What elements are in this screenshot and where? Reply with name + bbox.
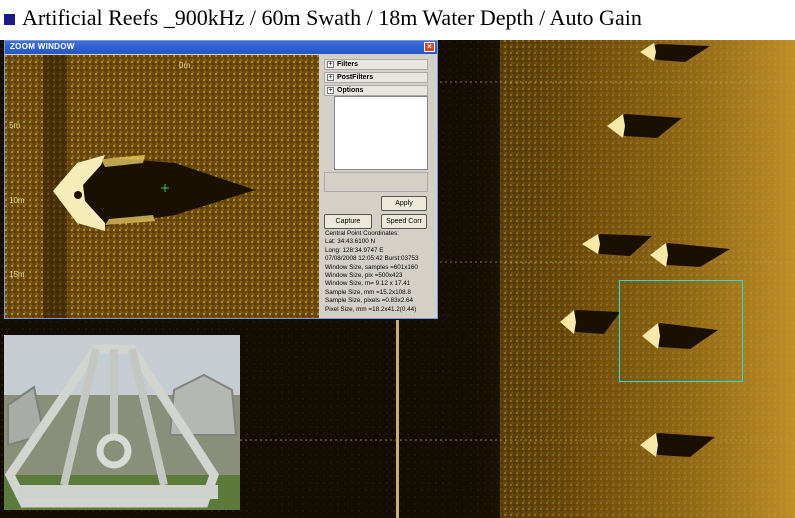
tree-item-options[interactable]: + Options bbox=[324, 85, 428, 96]
tree-item-filters[interactable]: + Filters bbox=[324, 59, 428, 70]
info-pixel-mm: Pixel Size, mm =18.2x41.2(0.44) bbox=[325, 305, 417, 313]
page-title: Artificial Reefs _900kHz / 60m Swath / 1… bbox=[22, 5, 642, 30]
info-header: Central Point Coordinates: bbox=[325, 230, 399, 237]
depth-label: 0m bbox=[179, 61, 191, 70]
reef-photo-drawing bbox=[4, 335, 240, 510]
zoom-window-titlebar[interactable]: ZOOM WINDOW × bbox=[5, 41, 437, 54]
info-sample-mm: Sample Size, mm =15.2x108.8 bbox=[325, 288, 411, 296]
depth-label: 5m bbox=[9, 121, 21, 130]
info-lat: Lat: 34:43.6100 N bbox=[325, 238, 376, 246]
tree-item-label: Options bbox=[337, 87, 364, 94]
depth-label: 15m bbox=[9, 270, 25, 279]
info-long: Long: 128:34.9747 E bbox=[325, 246, 384, 254]
panel-spacer bbox=[324, 172, 428, 192]
zoom-control-panel: + Filters + PostFilters + Options Apply … bbox=[321, 55, 437, 318]
tree-item-label: PostFilters bbox=[337, 74, 374, 81]
info-sample-pixels: Sample Size, pixels =0.83x2.64 bbox=[325, 297, 414, 305]
info-window-pix: Window Size, pix =500x423 bbox=[325, 272, 403, 280]
depth-label: 10m bbox=[9, 196, 25, 205]
tree-item-postfilters[interactable]: + PostFilters bbox=[324, 72, 428, 83]
reef-photo bbox=[4, 335, 240, 510]
coordinates-info: Central Point Coordinates: Lat: 34:43.61… bbox=[325, 230, 437, 314]
speed-corr-button[interactable]: Speed Corr bbox=[381, 214, 427, 229]
info-window-m: Window Size, m= 9.12 x 17.41 bbox=[325, 280, 411, 288]
selection-rectangle[interactable] bbox=[619, 280, 743, 382]
info-window-samples: Window Size, samples =601x160 bbox=[325, 263, 418, 271]
close-icon[interactable]: × bbox=[424, 42, 435, 52]
info-datetime: 07/08/2008 12:05:42 Burst:03753 bbox=[325, 255, 419, 263]
options-list[interactable] bbox=[334, 96, 428, 170]
capture-button[interactable]: Capture bbox=[324, 214, 372, 229]
expand-icon[interactable]: + bbox=[327, 87, 334, 94]
apply-button[interactable]: Apply bbox=[381, 196, 427, 211]
zoom-image[interactable]: 0m 5m 10m 15m bbox=[5, 55, 319, 318]
expand-icon[interactable]: + bbox=[327, 61, 334, 68]
zoom-window[interactable]: ZOOM WINDOW × 0m 5m 10m 15m + Filters + bbox=[4, 40, 438, 319]
zoom-window-title: ZOOM WINDOW bbox=[10, 42, 75, 51]
tree-item-label: Filters bbox=[337, 61, 359, 68]
expand-icon[interactable]: + bbox=[327, 74, 334, 81]
zoom-sonar-canvas bbox=[5, 55, 319, 318]
title-bullet bbox=[4, 14, 15, 25]
title-bar: Artificial Reefs _900kHz / 60m Swath / 1… bbox=[0, 0, 795, 40]
